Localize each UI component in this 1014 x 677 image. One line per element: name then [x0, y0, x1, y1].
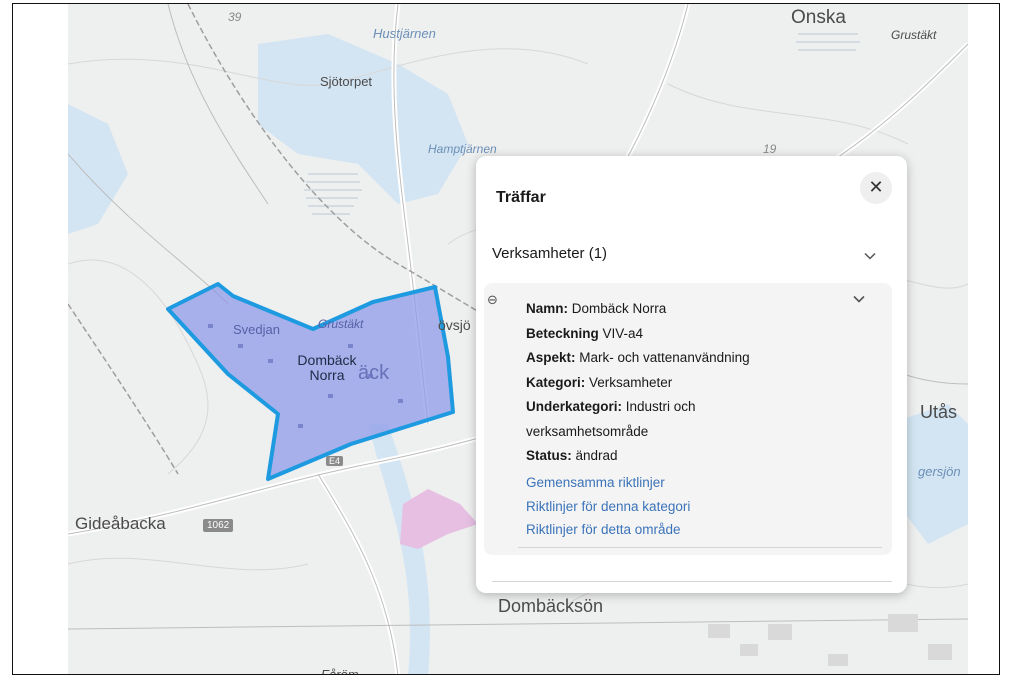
field-status: Status: ändrad: [526, 448, 618, 463]
map-label: Grustäkt: [318, 317, 364, 331]
section-title: Verksamheter (1): [492, 245, 608, 262]
item-fields: Namn: Dombäck Norra Beteckning VIV-a4 As…: [526, 297, 826, 469]
link-riktlinjer-kategori[interactable]: Riktlinjer för denna kategori: [526, 495, 690, 519]
panel-title: Träffar: [496, 189, 546, 206]
map-label: övsjö: [438, 317, 471, 333]
map-label: Hamptjärnen: [428, 142, 497, 156]
selected-area-label: Dombäck Norra: [297, 352, 357, 383]
map-label: 19: [763, 142, 777, 156]
divider: [492, 581, 892, 582]
link-gemensamma-riktlinjer[interactable]: Gemensamma riktlinjer: [526, 471, 690, 495]
map-label: Hustjärnen: [373, 26, 436, 41]
road-number-label: E4: [326, 456, 344, 466]
field-beteckning: Beteckning VIV-a4: [526, 325, 644, 341]
link-riktlinjer-omrade[interactable]: Riktlinjer för detta område: [526, 518, 690, 542]
item-links: Gemensamma riktlinjer Riktlinjer för den…: [526, 471, 690, 542]
results-panel: Träffar ✕ Verksamheter (1) ⊖ Namn: Dombä…: [476, 156, 907, 593]
field-aspekt: Aspekt: Mark- och vattenanvändning: [526, 350, 750, 365]
lake-shape: [258, 34, 468, 204]
close-button[interactable]: ✕: [860, 172, 892, 204]
close-icon: ✕: [868, 177, 884, 197]
map-label: Dombäcksön: [498, 596, 604, 616]
collapse-circle-icon[interactable]: ⊖: [487, 293, 499, 306]
chevron-down-icon[interactable]: [853, 293, 865, 305]
section-header-verksamheter[interactable]: Verksamheter (1): [492, 240, 892, 270]
map-window: 39 Hustjärnen Onska Grustäkt Sjötorpet H…: [12, 3, 1000, 675]
map-label: gersjön: [918, 464, 961, 479]
result-item: ⊖ Namn: Dombäck Norra Beteckning VIV-a4 …: [484, 283, 892, 555]
divider: [518, 547, 882, 548]
field-kategori: Kategori: Verksamheter: [526, 374, 673, 390]
map-label: 39: [228, 10, 242, 24]
road-number-label: 1062: [203, 519, 234, 532]
map-label: Utås: [920, 402, 958, 422]
chevron-down-icon[interactable]: [864, 250, 876, 262]
map-label: Onska: [791, 7, 846, 28]
map-label: Fåröm: [321, 667, 359, 675]
pink-area: [400, 489, 478, 549]
field-namn: Namn: Dombäck Norra: [526, 301, 667, 316]
map-label: Grustäkt: [891, 28, 937, 42]
map-label: Sjötorpet: [320, 74, 373, 89]
map-label: Gideåbacka: [75, 514, 166, 533]
lake-shape: [68, 104, 128, 234]
field-underkategori: Underkategori: Industri och verksamhetso…: [526, 399, 696, 439]
map-label: Svedjan: [233, 322, 280, 337]
